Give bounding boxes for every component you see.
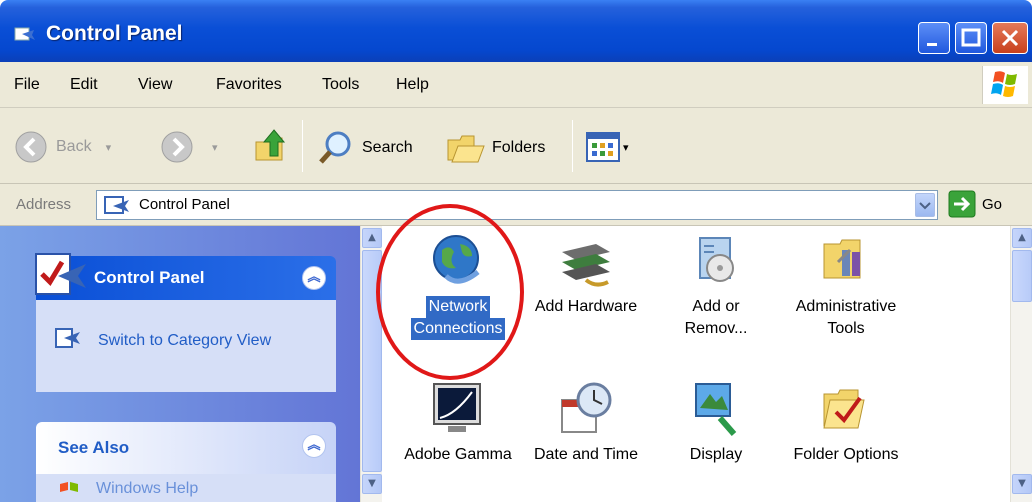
menu-view[interactable]: View bbox=[138, 76, 172, 94]
forward-dropdown-icon[interactable]: ▾ bbox=[212, 141, 218, 154]
chevron-down-icon bbox=[919, 202, 931, 210]
item-label: Display bbox=[689, 446, 743, 463]
back-button[interactable]: Back ▾ bbox=[14, 130, 111, 164]
menu-tools[interactable]: Tools bbox=[322, 76, 359, 94]
go-arrow-icon bbox=[948, 190, 976, 218]
views-dropdown-icon[interactable]: ▾ bbox=[623, 141, 629, 154]
views-button[interactable]: ▾ bbox=[586, 132, 629, 162]
folders-button[interactable]: Folders bbox=[446, 128, 545, 168]
control-panel-icon bbox=[14, 27, 35, 41]
control-panel-icon bbox=[104, 196, 129, 214]
go-button[interactable]: Go bbox=[948, 190, 1002, 218]
item-label: Date and Time bbox=[533, 446, 639, 463]
address-value: Control Panel bbox=[139, 196, 230, 213]
scroll-up-arrow-icon[interactable]: ▲ bbox=[362, 228, 382, 248]
collapse-chevron-icon[interactable]: ︽ bbox=[302, 434, 326, 458]
menu-favorites[interactable]: Favorites bbox=[216, 76, 282, 94]
folder-options-icon bbox=[816, 380, 876, 438]
toolbar-separator bbox=[302, 120, 303, 172]
minimize-button[interactable] bbox=[918, 22, 950, 54]
minimize-icon bbox=[927, 43, 937, 46]
scrollbar-thumb[interactable] bbox=[1012, 250, 1032, 302]
search-icon bbox=[319, 131, 351, 164]
collapse-chevron-icon[interactable]: ︽ bbox=[302, 266, 326, 290]
network-connections-icon bbox=[428, 232, 488, 290]
panel-title: See Also bbox=[58, 438, 130, 457]
add-hardware-item[interactable]: Add Hardware bbox=[520, 232, 652, 318]
item-label: Network bbox=[425, 296, 491, 318]
address-bar: Address Control Panel Go bbox=[0, 184, 1032, 226]
folders-icon bbox=[447, 135, 485, 163]
up-folder-button[interactable] bbox=[252, 126, 292, 166]
back-arrow-icon bbox=[15, 131, 47, 163]
see-also-panel-header[interactable]: See Also ︽ bbox=[36, 422, 336, 474]
standard-toolbar: Back ▾ ▾ Search Folders ▾ bbox=[0, 108, 1032, 184]
windows-help-icon bbox=[60, 482, 78, 492]
date-and-time-item[interactable]: Date and Time bbox=[520, 380, 652, 466]
administrative-tools-item[interactable]: Administrative Tools bbox=[780, 232, 912, 340]
windows-logo bbox=[982, 66, 1028, 104]
close-icon bbox=[1001, 29, 1019, 47]
add-remove-programs-icon bbox=[686, 232, 746, 290]
adobe-gamma-icon bbox=[428, 380, 488, 438]
address-dropdown-button[interactable] bbox=[915, 193, 935, 217]
window-title: Control Panel bbox=[46, 22, 183, 45]
toolbar-separator bbox=[572, 120, 573, 172]
folders-label: Folders bbox=[492, 139, 546, 156]
item-label: Connections bbox=[410, 318, 506, 340]
go-label: Go bbox=[982, 195, 1003, 213]
switch-view-icon bbox=[55, 328, 80, 348]
display-icon bbox=[686, 380, 746, 438]
item-label: Add or bbox=[692, 298, 740, 315]
panel-title: Control Panel bbox=[94, 268, 205, 287]
control-panel-panel-header[interactable]: Control Panel ︽ bbox=[35, 253, 336, 300]
content-scrollbar[interactable]: ▲ ▼ bbox=[1010, 226, 1032, 502]
control-panel-items: Network Connections Add Hardware Add or … bbox=[382, 226, 1010, 502]
address-field[interactable]: Control Panel bbox=[96, 190, 938, 220]
scrollbar-thumb[interactable] bbox=[362, 250, 382, 472]
close-button[interactable] bbox=[992, 22, 1028, 54]
windows-help-link[interactable]: Windows Help bbox=[96, 480, 198, 498]
menu-bar: File Edit View Favorites Tools Help bbox=[0, 62, 1032, 108]
menu-edit[interactable]: Edit bbox=[70, 76, 98, 94]
up-folder-icon bbox=[255, 129, 286, 161]
folder-options-item[interactable]: Folder Options bbox=[780, 380, 912, 466]
switch-to-category-view-link[interactable]: Switch to Category View bbox=[98, 330, 278, 352]
menu-help[interactable]: Help bbox=[396, 76, 429, 94]
maximize-button[interactable] bbox=[955, 22, 987, 54]
menu-file[interactable]: File bbox=[14, 76, 40, 94]
maximize-icon bbox=[961, 28, 981, 47]
windows-flag-icon bbox=[991, 71, 1017, 97]
scroll-down-arrow-icon[interactable]: ▼ bbox=[1012, 474, 1032, 494]
search-label: Search bbox=[362, 139, 413, 156]
see-also-panel-body: Windows Help bbox=[36, 474, 336, 502]
date-time-icon bbox=[556, 380, 616, 438]
item-label: Add Hardware bbox=[534, 298, 638, 315]
search-button[interactable]: Search bbox=[316, 128, 413, 168]
network-connections-item[interactable]: Network Connections bbox=[392, 232, 524, 340]
address-label: Address bbox=[16, 196, 72, 213]
scroll-down-arrow-icon[interactable]: ▼ bbox=[362, 474, 382, 494]
display-item[interactable]: Display bbox=[650, 380, 782, 466]
forward-arrow-icon bbox=[161, 131, 193, 163]
item-label: Administrative bbox=[795, 298, 897, 315]
administrative-tools-icon bbox=[816, 232, 876, 290]
item-label: Remov... bbox=[684, 320, 748, 337]
add-remove-programs-item[interactable]: Add or Remov... bbox=[650, 232, 782, 340]
item-label: Adobe Gamma bbox=[404, 446, 512, 463]
title-bar: Control Panel bbox=[0, 0, 1032, 62]
back-label: Back bbox=[56, 138, 92, 155]
views-icon bbox=[586, 132, 620, 162]
item-label: Folder Options bbox=[793, 446, 899, 463]
forward-button[interactable]: ▾ bbox=[160, 130, 218, 164]
add-hardware-icon bbox=[556, 232, 616, 290]
task-pane: Control Panel ︽ Switch to Category View … bbox=[0, 226, 360, 502]
back-dropdown-icon[interactable]: ▾ bbox=[106, 141, 112, 154]
scroll-up-arrow-icon[interactable]: ▲ bbox=[1012, 228, 1032, 248]
control-panel-panel-body: Switch to Category View bbox=[36, 300, 336, 392]
control-panel-large-icon bbox=[35, 253, 86, 295]
adobe-gamma-item[interactable]: Adobe Gamma bbox=[392, 380, 524, 466]
task-pane-scrollbar[interactable]: ▲ ▼ bbox=[360, 226, 382, 502]
item-label: Tools bbox=[827, 320, 865, 337]
